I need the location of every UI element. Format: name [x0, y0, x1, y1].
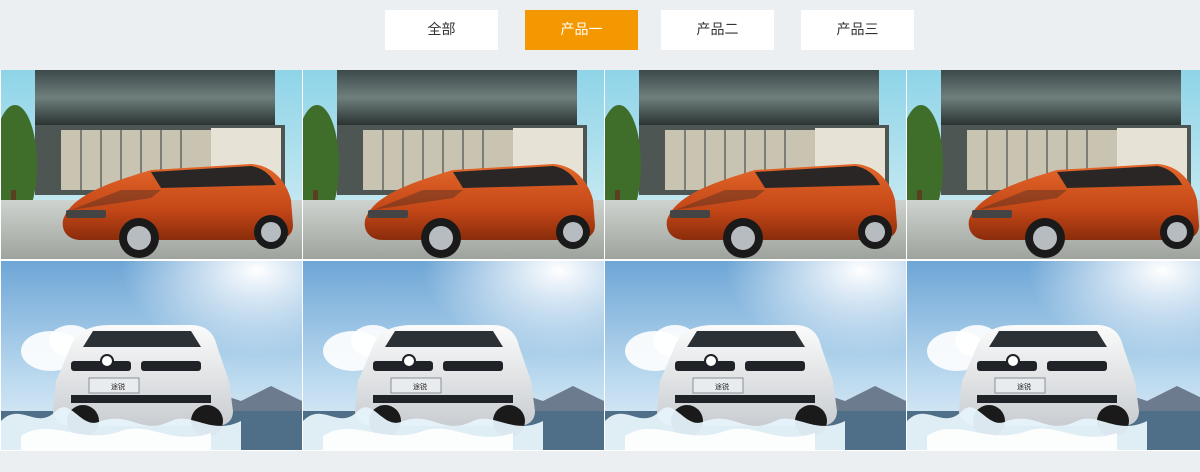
product-image-white-suv[interactable]: 途锐 — [1, 261, 302, 450]
product-image-orange-hatchback[interactable] — [605, 70, 906, 259]
suv-plate-text: 途锐 — [413, 382, 427, 391]
suv-plate-text: 途锐 — [1017, 382, 1031, 391]
tab-all[interactable]: 全部 — [385, 10, 498, 50]
suv-plate-text: 途锐 — [715, 382, 729, 391]
tab-product-2[interactable]: 产品二 — [661, 10, 774, 50]
suv-plate-text: 途锐 — [111, 382, 125, 391]
product-image-white-suv[interactable]: 途锐 — [605, 261, 906, 450]
product-image-orange-hatchback[interactable] — [907, 70, 1200, 259]
tab-product-3[interactable]: 产品三 — [801, 10, 914, 50]
product-image-orange-hatchback[interactable] — [303, 70, 604, 259]
product-gallery: 途锐 途锐 途锐 途锐 — [0, 70, 1200, 451]
filter-tab-bar: 全部 产品一 产品二 产品三 — [0, 0, 1200, 70]
product-image-white-suv[interactable]: 途锐 — [907, 261, 1200, 450]
product-image-orange-hatchback[interactable] — [1, 70, 302, 259]
tab-product-1[interactable]: 产品一 — [525, 10, 638, 50]
product-image-white-suv[interactable]: 途锐 — [303, 261, 604, 450]
